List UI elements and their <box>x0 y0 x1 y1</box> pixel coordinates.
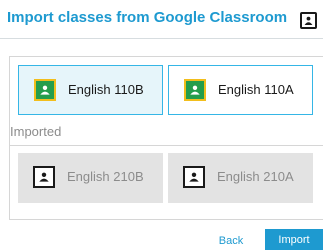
class-name: English 110A <box>218 82 294 97</box>
classroom-outline-icon <box>183 166 205 188</box>
import-button[interactable]: Import <box>265 229 323 250</box>
class-card-english-210a: English 210A <box>168 153 313 203</box>
google-classroom-icon <box>300 12 317 29</box>
header-divider <box>0 38 323 39</box>
class-name: English 110B <box>68 82 144 97</box>
class-name: English 210B <box>67 169 144 184</box>
imported-section-label: Imported <box>10 124 62 139</box>
classroom-outline-icon <box>33 166 55 188</box>
google-classroom-icon <box>34 79 56 101</box>
class-card-english-210b: English 210B <box>18 153 163 203</box>
google-classroom-icon <box>184 79 206 101</box>
back-button[interactable]: Back <box>212 233 250 250</box>
class-card-english-110a[interactable]: English 110A <box>168 65 313 115</box>
class-name: English 210A <box>217 169 294 184</box>
imported-section-divider <box>10 145 323 146</box>
dialog-title: Import classes from Google Classroom <box>7 9 288 26</box>
class-list-panel: English 110B English 110A Imported Engli… <box>9 56 323 220</box>
class-card-english-110b[interactable]: English 110B <box>18 65 163 115</box>
